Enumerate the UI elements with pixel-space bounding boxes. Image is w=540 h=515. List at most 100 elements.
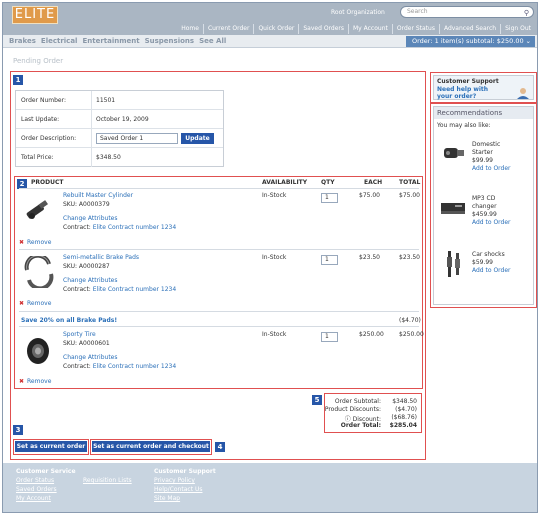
product-image-car-shocks[interactable]: [444, 249, 464, 281]
change-attributes-link[interactable]: Change Attributes: [63, 215, 118, 222]
product-name-link[interactable]: Sporty Tire: [63, 331, 96, 338]
category-suspensions[interactable]: Suspensions: [145, 37, 194, 45]
footer-link-order-status[interactable]: Order Status: [16, 477, 54, 484]
quantity-input[interactable]: 1: [321, 332, 338, 342]
change-attributes-link[interactable]: Change Attributes: [63, 277, 118, 284]
add-to-order-link[interactable]: Add to Order: [472, 219, 511, 226]
cart-summary-text: Order: 1 item(s) subtotal: $250.00: [412, 37, 524, 45]
footer-link-saved-orders[interactable]: Saved Orders: [16, 486, 57, 493]
app-window: ELITE Root Organization Search ⚲ Home Cu…: [2, 2, 538, 513]
product-sku: SKU: A0000287: [63, 263, 110, 270]
order-description-label: Order Description:: [21, 135, 77, 142]
header-product: PRODUCT: [31, 179, 64, 186]
product-image-brake-pads[interactable]: [23, 253, 55, 291]
support-title: Customer Support: [437, 78, 499, 85]
contract-label: Contract:: [63, 286, 91, 293]
nav-saved-orders[interactable]: Saved Orders: [298, 24, 348, 34]
header-bar: ELITE Root Organization Search ⚲ Home Cu…: [3, 3, 537, 35]
price-total: $250.00: [399, 331, 424, 338]
total-price-value: $348.50: [96, 154, 121, 161]
product-image-tire[interactable]: [23, 335, 55, 365]
nav-current-order[interactable]: Current Order: [202, 24, 254, 34]
add-to-order-link[interactable]: Add to Order: [472, 267, 511, 274]
category-electrical[interactable]: Electrical: [41, 37, 78, 45]
rec-price: $59.99: [472, 259, 493, 266]
rec-name-1: MP3 CD: [472, 195, 496, 202]
recommendations-title: Recommendations: [434, 107, 533, 119]
change-attributes-link[interactable]: Change Attributes: [63, 354, 118, 361]
footer-link-requisition-lists[interactable]: Requisition Lists: [83, 477, 132, 484]
update-button[interactable]: Update: [181, 133, 214, 144]
price-each: $75.00: [359, 192, 380, 199]
discount-value: ($68.76): [391, 414, 417, 421]
footer-customer-support-title: Customer Support: [154, 468, 216, 475]
product-image-master-cylinder[interactable]: [23, 196, 55, 226]
remove-label: Remove: [27, 378, 52, 385]
header-total: TOTAL: [399, 179, 421, 186]
category-entertainment[interactable]: Entertainment: [82, 37, 139, 45]
nav-my-account[interactable]: My Account: [348, 24, 392, 34]
availability: In-Stock: [262, 331, 287, 338]
table-row: Sporty Tire SKU: A0000601 Change Attribu…: [19, 331, 424, 386]
items-table-header: PRODUCT AVAILABILITY QTY EACH TOTAL: [19, 179, 421, 188]
rec-name-2: Starter: [472, 149, 493, 156]
header-each: EACH: [364, 179, 383, 186]
contract-link[interactable]: Elite Contract number 1234: [93, 363, 176, 370]
search-icon[interactable]: ⚲: [524, 8, 529, 18]
order-description-input[interactable]: Saved Order 1: [96, 133, 178, 144]
add-to-order-link[interactable]: Add to Order: [472, 165, 511, 172]
category-see-all[interactable]: See All: [199, 37, 226, 45]
product-image-mp3-changer[interactable]: [440, 199, 468, 219]
rec-name-2: changer: [472, 203, 497, 210]
remove-button[interactable]: ✖ Remove: [19, 300, 51, 307]
recommendation-item: MP3 CD changer $459.99 Add to Order: [434, 191, 533, 233]
contract-link[interactable]: Elite Contract number 1234: [93, 224, 176, 231]
cart-summary-dropdown[interactable]: Order: 1 item(s) subtotal: $250.00 ⌄: [406, 36, 535, 47]
contract-link[interactable]: Elite Contract number 1234: [93, 286, 176, 293]
category-brakes[interactable]: Brakes: [9, 37, 36, 45]
remove-button[interactable]: ✖ Remove: [19, 378, 51, 385]
order-total-value: $285.04: [389, 422, 417, 429]
rec-price: $99.99: [472, 157, 493, 164]
support-line-2[interactable]: your order?: [437, 93, 476, 100]
product-sku: SKU: A0000601: [63, 340, 110, 347]
nav-advanced-search[interactable]: Advanced Search: [438, 24, 500, 34]
header-qty: QTY: [321, 179, 335, 186]
promotion-amount: ($4.70): [399, 317, 421, 324]
quantity-input[interactable]: 1: [321, 193, 338, 203]
annotation-marker-1: 1: [13, 75, 23, 85]
annotation-marker-5: 5: [312, 395, 322, 405]
nav-quick-order[interactable]: Quick Order: [253, 24, 298, 34]
remove-button[interactable]: ✖ Remove: [19, 239, 51, 246]
annotation-marker-3: 3: [13, 425, 23, 435]
last-update-label: Last Update:: [21, 116, 60, 123]
footer-link-my-account[interactable]: My Account: [16, 495, 51, 502]
order-summary: Order Subtotal: $348.50 Product Discount…: [325, 395, 419, 431]
order-info-table: Order Number: 11501 Last Update: October…: [15, 90, 224, 167]
rec-name-1: Car shocks: [472, 251, 505, 258]
footer-link-help-contact[interactable]: Help/Contact Us: [154, 486, 202, 493]
footer-link-privacy-policy[interactable]: Privacy Policy: [154, 477, 195, 484]
product-image-starter[interactable]: [442, 143, 466, 165]
subtotal-label: Order Subtotal:: [334, 398, 381, 405]
price-total: $75.00: [399, 192, 420, 199]
set-as-current-order-button[interactable]: Set as current order: [15, 441, 87, 452]
support-line-1[interactable]: Need help with: [437, 86, 488, 93]
table-row: Rebuilt Master Cylinder SKU: A0000379 Ch…: [19, 192, 420, 247]
customer-support-widget[interactable]: Customer Support Need help with your ord…: [433, 75, 534, 100]
set-current-and-checkout-button[interactable]: Set as current order and checkout: [92, 441, 210, 452]
remove-icon: ✖: [19, 300, 25, 307]
product-name-link[interactable]: Rebuilt Master Cylinder: [63, 192, 133, 199]
quantity-input[interactable]: 1: [321, 255, 338, 265]
organization-link[interactable]: Root Organization: [331, 9, 385, 16]
site-logo[interactable]: ELITE: [12, 6, 58, 24]
nav-home[interactable]: Home: [177, 24, 203, 34]
order-number-value: 11501: [96, 97, 116, 104]
remove-label: Remove: [27, 239, 52, 246]
price-each: $250.00: [359, 331, 384, 338]
nav-sign-out[interactable]: Sign Out: [500, 24, 535, 34]
product-name-link[interactable]: Semi-metallic Brake Pads: [63, 254, 139, 261]
search-input[interactable]: Search ⚲: [400, 6, 534, 18]
nav-order-status[interactable]: Order Status: [391, 24, 439, 34]
footer-link-site-map[interactable]: Site Map: [154, 495, 180, 502]
